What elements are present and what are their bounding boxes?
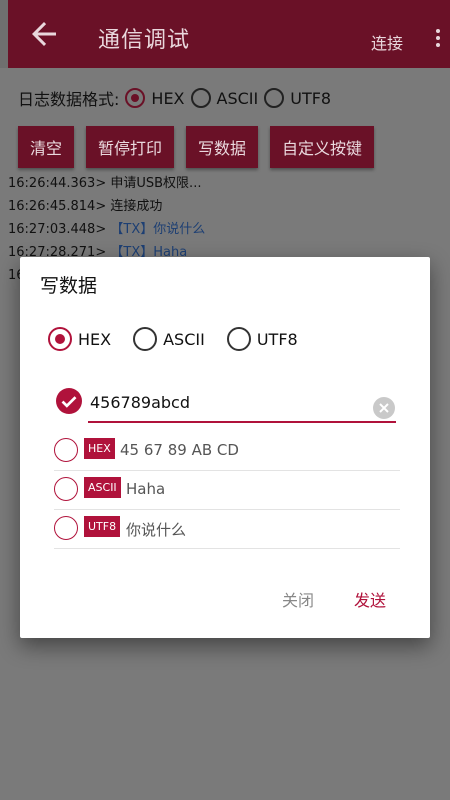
dialog-hex-label: HEX [78,329,112,349]
history-format-tag: ASCII [84,477,121,498]
dialog-ascii-radio[interactable] [133,327,158,351]
dialog-title: 写数据 [40,275,98,297]
write-data-dialog: 写数据 HEX ASCII UTF8 456789abcd HEX 45 67 … [20,257,430,638]
history-text: Haha [126,480,166,498]
dialog-utf8-label: UTF8 [256,329,298,349]
history-format-tag: HEX [84,438,115,459]
dialog-ascii-label: ASCII [163,329,205,349]
dialog-format-selector: HEX ASCII UTF8 [48,327,298,351]
dialog-hex-radio[interactable] [48,327,72,351]
input-underline [88,421,396,423]
dialog-utf8-radio[interactable] [226,327,251,351]
data-input-field[interactable]: 456789abcd [90,393,190,412]
close-button[interactable]: 关闭 [282,587,314,611]
history-item-utf8[interactable]: UTF8 你说什么 [54,510,400,549]
history-text: 45 67 89 AB CD [120,441,239,459]
history-select-radio[interactable] [54,477,78,501]
input-selected-check-icon[interactable] [56,388,82,414]
history-item-hex[interactable]: HEX 45 67 89 AB CD [54,432,400,471]
clear-input-icon[interactable] [373,397,395,419]
history-select-radio[interactable] [54,438,78,462]
history-item-ascii[interactable]: ASCII Haha [54,471,400,510]
send-button[interactable]: 发送 [354,587,386,611]
history-format-tag: UTF8 [84,516,121,537]
history-select-radio[interactable] [54,516,78,540]
history-text: 你说什么 [126,521,187,539]
